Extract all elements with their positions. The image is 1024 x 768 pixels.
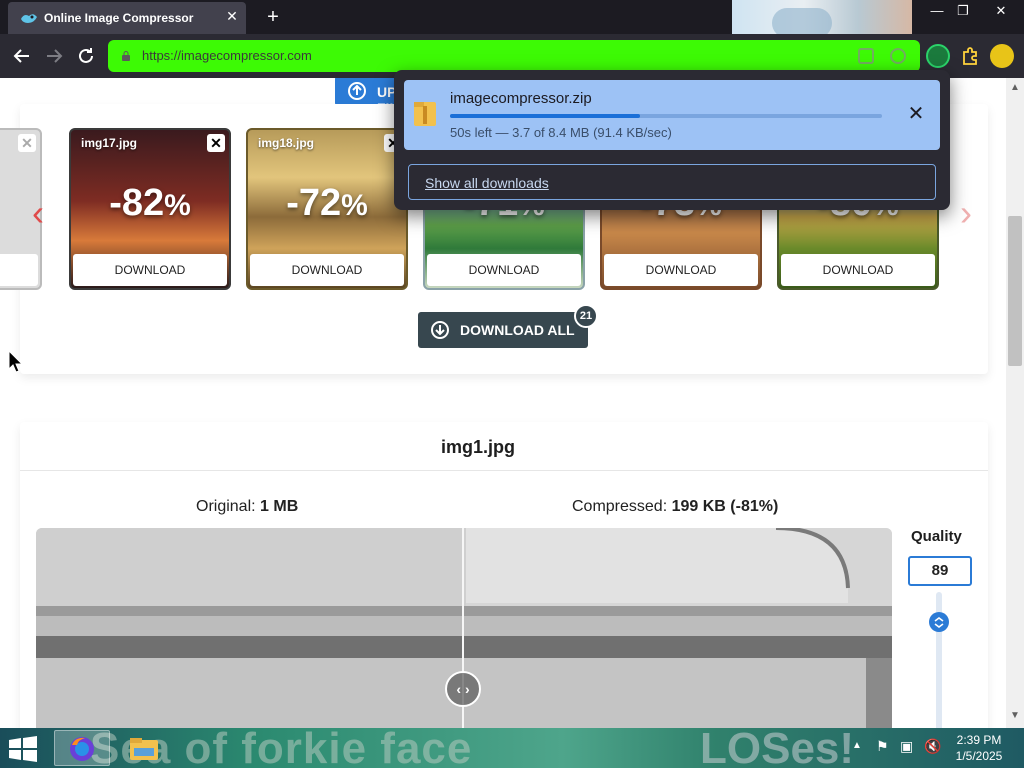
thumbnail-download-button[interactable]: DOWNLOAD (427, 254, 581, 286)
downloads-panel: imagecompressor.zip 50s left — 3.7 of 8.… (394, 70, 950, 210)
thumbnail-download-button[interactable] (0, 254, 38, 286)
thumbnail-download-button[interactable]: DOWNLOAD (250, 254, 404, 286)
download-progress-fill (450, 114, 641, 118)
clock-time: 2:39 PM (956, 733, 1002, 747)
remove-thumbnail-icon[interactable]: ✕ (18, 134, 36, 152)
show-all-downloads-button[interactable]: Show all downloads (408, 164, 936, 200)
volume-muted-icon[interactable]: 🔇 (924, 738, 941, 755)
tab-close-icon[interactable]: ✕ (224, 8, 240, 24)
file-count-badge: 21 (574, 304, 598, 328)
extensions-puzzle-icon[interactable] (958, 44, 982, 68)
carousel-prev-icon[interactable]: ‹ (26, 192, 50, 234)
bookmark-star-icon[interactable] (890, 48, 906, 64)
download-progress-bar (450, 114, 882, 118)
thumbnail-download-button[interactable]: DOWNLOAD (781, 254, 935, 286)
thumbnail-filename: img18.jpg (258, 136, 315, 150)
page-scrollbar[interactable]: ▲ ▼ (1006, 78, 1024, 728)
browser-titlebar: Online Image Compressor ✕ + — ❐ ✕ (0, 0, 1024, 34)
compression-percent: -82% (109, 182, 191, 224)
compressed-size-value: 199 KB (671, 498, 726, 515)
account-profile-icon[interactable] (990, 44, 1014, 68)
download-status: 50s left — 3.7 of 8.4 MB (91.4 KB/sec) (450, 125, 672, 140)
remove-thumbnail-icon[interactable]: ✕ (207, 134, 225, 152)
compare-slider-handle[interactable]: ‹ › (445, 671, 481, 707)
folder-icon (130, 738, 158, 760)
download-filename: imagecompressor.zip (450, 90, 592, 107)
reload-icon[interactable] (74, 44, 98, 68)
restore-button[interactable]: ❐ (946, 0, 980, 22)
compression-percent: -72% (286, 182, 368, 224)
new-tab-button[interactable]: + (262, 6, 284, 28)
compare-file-title: img1.jpg (440, 437, 515, 457)
back-arrow-icon[interactable] (10, 44, 34, 68)
address-bar[interactable]: https://imagecompressor.com (108, 40, 920, 72)
action-center-flag-icon[interactable]: ⚑ (876, 738, 889, 755)
extension-shield-icon[interactable] (926, 44, 950, 68)
url-text: https://imagecompressor.com (142, 48, 312, 63)
image-compare-card: img1.jpg Original: 1 MB Compressed: 199 … (20, 422, 988, 728)
show-hidden-icons-icon[interactable]: ▲ (852, 740, 862, 751)
thumbnail-card[interactable]: img18.jpg ✕ -72% DOWNLOAD (246, 128, 408, 290)
wallpaper-peek (732, 0, 912, 34)
network-icon[interactable]: ▣ (900, 738, 913, 755)
taskbar-file-explorer-app[interactable] (116, 730, 172, 766)
compare-image-viewer[interactable]: ‹ › (36, 528, 892, 728)
scroll-down-icon[interactable]: ▼ (1009, 710, 1021, 721)
quality-slider-knob[interactable] (929, 611, 949, 632)
site-favicon-icon (21, 14, 37, 23)
quality-input[interactable]: 89 (908, 556, 972, 586)
thumbnail-card[interactable]: img17.jpg ✕ -82% DOWNLOAD (69, 128, 231, 290)
windows-taskbar: Sea of forkie face LOSes! ▲ ⚑ ▣ 🔇 2:39 P… (0, 728, 1024, 768)
windows-start-icon[interactable] (8, 736, 38, 762)
close-window-button[interactable]: ✕ (984, 0, 1018, 22)
thumbnail-filename: img17.jpg (81, 136, 138, 150)
thumbnail-download-button[interactable]: DOWNLOAD (73, 254, 227, 286)
cancel-download-icon[interactable]: ✕ (904, 102, 928, 126)
mouse-pointer-icon (8, 350, 24, 373)
zip-folder-icon (414, 102, 436, 126)
download-all-label: DOWNLOAD ALL (460, 322, 575, 338)
thumbnail-download-button[interactable]: DOWNLOAD (604, 254, 758, 286)
tab-title: Online Image Compressor (44, 11, 194, 25)
taskbar-clock[interactable]: 2:39 PM 1/5/2025 (944, 732, 1014, 764)
wallpaper-text-right: LOSes! (700, 728, 855, 768)
taskbar-firefox-app[interactable] (54, 730, 110, 766)
original-size-label: Original: 1 MB (196, 498, 299, 515)
upload-arrow-icon (348, 82, 366, 100)
show-all-downloads-label: Show all downloads (425, 175, 549, 191)
browser-tab-active[interactable]: Online Image Compressor ✕ (8, 2, 246, 34)
compressed-size-label: Compressed: 199 KB (-81%) (572, 498, 779, 515)
scroll-up-icon[interactable]: ▲ (1009, 82, 1021, 93)
lock-icon (122, 51, 130, 61)
reader-mode-icon[interactable] (858, 48, 874, 64)
compare-divider (20, 470, 988, 471)
compressed-percent-value: (-81%) (730, 498, 779, 515)
clock-date: 1/5/2025 (955, 749, 1003, 763)
carousel-next-icon[interactable]: › (954, 192, 978, 234)
original-size-value: 1 MB (260, 498, 299, 515)
quality-label: Quality (911, 528, 962, 545)
download-all-button[interactable]: DOWNLOAD ALL 21 (418, 304, 598, 348)
firefox-icon (70, 737, 94, 761)
download-circle-icon (431, 321, 449, 339)
scrollbar-thumb[interactable] (1008, 216, 1022, 366)
download-item[interactable]: imagecompressor.zip 50s left — 3.7 of 8.… (404, 80, 940, 150)
forward-arrow-icon[interactable] (42, 44, 66, 68)
